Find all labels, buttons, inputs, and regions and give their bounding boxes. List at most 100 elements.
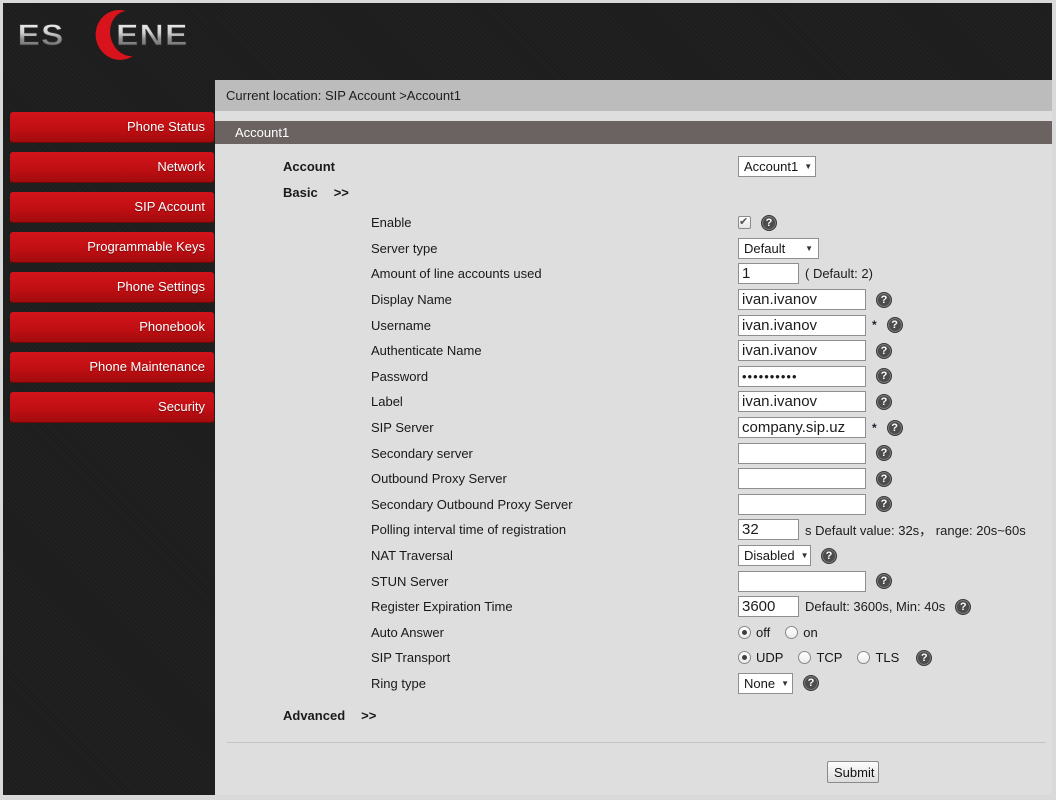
ring-type-value: None <box>744 675 776 691</box>
basic-label: Basic <box>283 184 318 200</box>
help-icon[interactable]: ? <box>955 598 972 615</box>
escene-logo: ES ENE <box>17 10 188 60</box>
field-row-secondary-outbound-proxy: Secondary Outbound Proxy Server ? <box>215 492 1052 518</box>
help-icon[interactable]: ? <box>876 368 892 385</box>
line-accounts-label: Amount of line accounts used <box>371 266 542 282</box>
field-row-auth-name: Authenticate Name ? <box>215 338 1052 364</box>
help-icon[interactable]: ? <box>876 573 892 590</box>
help-icon[interactable]: ? <box>821 547 837 564</box>
sip-server-input[interactable] <box>738 417 866 439</box>
auto-answer-on-radio[interactable] <box>785 625 799 639</box>
logo-text-ene: ENE <box>116 18 188 52</box>
field-row-register-expiration: Register Expiration Time Default: 3600s,… <box>215 594 1052 620</box>
help-icon[interactable]: ? <box>886 419 903 436</box>
dropdown-arrow-icon: ▼ <box>781 678 789 688</box>
field-row-password: Password ? <box>215 364 1052 390</box>
sidebar-item-phone-settings[interactable]: Phone Settings <box>10 272 214 303</box>
submit-button[interactable]: Submit <box>827 761 879 784</box>
outbound-proxy-input[interactable] <box>738 468 866 490</box>
sidebar-item-phone-maintenance[interactable]: Phone Maintenance <box>10 352 214 383</box>
label-label: Label <box>371 394 403 410</box>
sidebar-item-network[interactable]: Network <box>10 152 214 183</box>
field-row-polling-interval: Polling interval time of registration s … <box>215 517 1052 543</box>
advanced-toggle[interactable]: Advanced >> <box>215 708 738 723</box>
basic-arrows-icon: >> <box>333 184 349 200</box>
advanced-label: Advanced <box>283 707 346 723</box>
advanced-toggle-row: Advanced >> <box>215 702 1052 728</box>
sip-transport-udp-label: UDP <box>756 650 784 666</box>
dropdown-arrow-icon: ▼ <box>800 551 809 561</box>
sidebar-item-phone-status[interactable]: Phone Status <box>10 112 214 143</box>
help-icon[interactable]: ? <box>876 470 892 487</box>
register-expiration-label: Register Expiration Time <box>371 599 513 615</box>
sidebar-menu: Phone Status Network SIP Account Program… <box>10 112 214 432</box>
field-row-server-type: Server type Default ▼ <box>215 236 1052 262</box>
secondary-server-input[interactable] <box>738 442 866 464</box>
sip-transport-tcp-radio[interactable] <box>798 651 812 665</box>
help-icon[interactable]: ? <box>916 649 933 666</box>
display-name-label: Display Name <box>371 292 452 308</box>
line-accounts-input[interactable] <box>738 263 799 285</box>
secondary-outbound-proxy-input[interactable] <box>738 493 866 515</box>
server-type-select[interactable]: Default ▼ <box>738 237 819 259</box>
sidebar-item-programmable-keys[interactable]: Programmable Keys <box>10 232 214 263</box>
username-input[interactable] <box>738 314 866 336</box>
sidebar-item-phonebook[interactable]: Phonebook <box>10 312 214 343</box>
escene-web-config: Phone Status Network SIP Account Program… <box>0 0 1056 800</box>
band-gap <box>215 111 1052 121</box>
account-select[interactable]: Account1 ▼ <box>738 155 816 177</box>
ring-type-label: Ring type <box>371 675 426 691</box>
required-asterisk: * <box>872 318 877 333</box>
field-row-sip-transport: SIP Transport UDP TCP TLS ? <box>215 645 1052 671</box>
server-type-label: Server type <box>371 240 438 256</box>
field-row-auto-answer: Auto Answer off on <box>215 620 1052 646</box>
password-label: Password <box>371 368 429 384</box>
nat-traversal-value: Disabled <box>744 548 795 564</box>
secondary-outbound-proxy-label: Secondary Outbound Proxy Server <box>371 496 573 512</box>
sip-server-label: SIP Server <box>371 420 434 436</box>
sidebar-item-security[interactable]: Security <box>10 392 214 423</box>
enable-label: Enable <box>371 215 412 231</box>
sidebar-item-sip-account[interactable]: SIP Account <box>10 192 214 223</box>
sip-transport-udp-radio[interactable] <box>738 651 751 665</box>
help-icon[interactable]: ? <box>761 214 777 231</box>
advanced-arrows-icon: >> <box>361 707 377 723</box>
enable-checkbox[interactable] <box>738 215 751 230</box>
field-row-label: Label ? <box>215 389 1052 415</box>
help-icon[interactable]: ? <box>876 393 892 410</box>
password-input[interactable] <box>738 365 866 387</box>
stun-server-label: STUN Server <box>371 573 449 589</box>
label-input[interactable] <box>738 391 866 413</box>
help-icon[interactable]: ? <box>886 317 903 334</box>
sip-transport-tcp-label: TCP <box>816 650 843 666</box>
breadcrumb: Current location: SIP Account >Account1 <box>215 80 1052 111</box>
auto-answer-on-label: on <box>803 624 818 640</box>
help-icon[interactable]: ? <box>876 445 892 462</box>
auto-answer-off-radio[interactable] <box>738 625 751 639</box>
required-asterisk: * <box>872 420 877 435</box>
username-label: Username <box>371 317 431 333</box>
form-divider <box>227 742 1046 744</box>
account-label: Account <box>283 158 335 174</box>
outbound-proxy-label: Outbound Proxy Server <box>371 471 507 487</box>
polling-interval-input[interactable] <box>738 519 799 541</box>
register-expiration-input[interactable] <box>738 596 799 618</box>
auth-name-label: Authenticate Name <box>371 343 482 359</box>
help-icon[interactable]: ? <box>803 675 819 692</box>
stun-server-input[interactable] <box>738 570 866 592</box>
account-select-value: Account1 <box>744 158 799 174</box>
field-row-enable: Enable ? <box>215 210 1052 236</box>
nat-traversal-select[interactable]: Disabled ▼ <box>738 545 811 567</box>
help-icon[interactable]: ? <box>876 291 892 308</box>
field-row-secondary-server: Secondary server ? <box>215 440 1052 466</box>
ring-type-select[interactable]: None ▼ <box>738 672 793 694</box>
sip-transport-label: SIP Transport <box>371 650 451 666</box>
account-row: Account Account1 ▼ <box>215 153 1052 179</box>
sip-transport-tls-radio[interactable] <box>857 651 871 665</box>
display-name-input[interactable] <box>738 289 866 311</box>
field-row-outbound-proxy: Outbound Proxy Server ? <box>215 466 1052 492</box>
help-icon[interactable]: ? <box>876 342 892 359</box>
basic-toggle[interactable]: Basic >> <box>215 185 738 200</box>
auth-name-input[interactable] <box>738 340 866 362</box>
help-icon[interactable]: ? <box>876 496 892 513</box>
